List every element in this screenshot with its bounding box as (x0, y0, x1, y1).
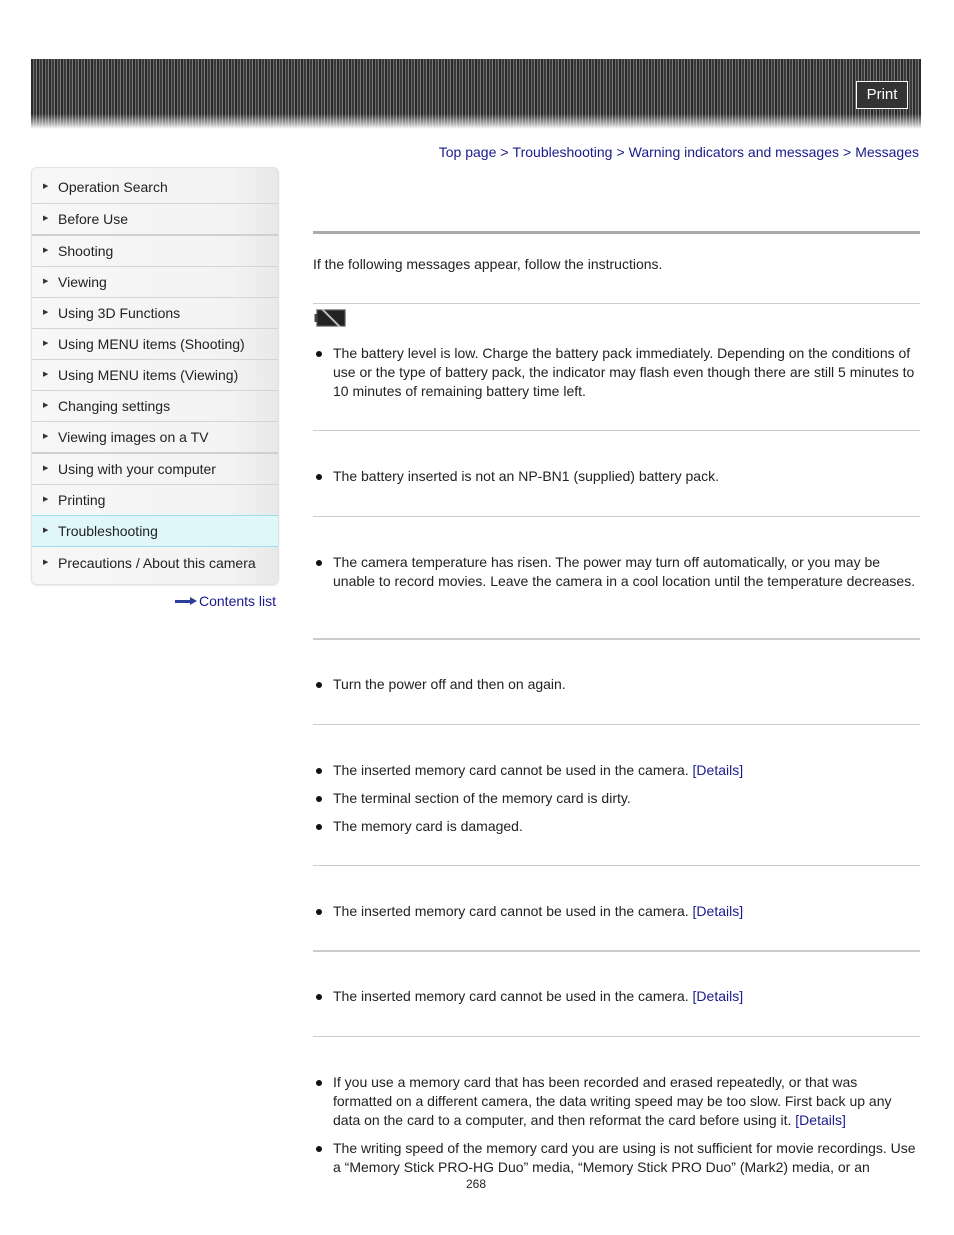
list-item: The battery level is low. Charge the bat… (313, 344, 920, 401)
arrow-right-icon: ▶ (43, 496, 49, 503)
sidebar-item-menu-shooting[interactable]: ▶ Using MENU items (Shooting) (32, 329, 278, 360)
sidebar-item-label: Using 3D Functions (58, 305, 181, 321)
breadcrumb-top-page[interactable]: Top page (439, 144, 497, 160)
details-link[interactable]: [Details] (795, 1112, 846, 1128)
sidebar-item-label: Shooting (58, 243, 114, 259)
arrow-right-icon: ▶ (43, 247, 49, 254)
breadcrumb-separator: > (500, 144, 509, 160)
section-8-list: If you use a memory card that has been r… (313, 1073, 920, 1186)
breadcrumb-separator: > (616, 144, 625, 160)
sidebar-item-label: Operation Search (58, 179, 168, 195)
sidebar-item-label: Using MENU items (Viewing) (58, 367, 239, 383)
arrow-right-icon: ▶ (43, 402, 49, 409)
details-link[interactable]: [Details] (693, 762, 744, 778)
sidebar-item-label: Using with your computer (58, 461, 216, 477)
sidebar-item-label: Viewing (58, 274, 107, 290)
breadcrumb-messages[interactable]: Messages (855, 144, 919, 160)
sidebar-item-menu-viewing[interactable]: ▶ Using MENU items (Viewing) (32, 360, 278, 391)
section-divider (313, 865, 920, 866)
list-item: The battery inserted is not an NP-BN1 (s… (313, 467, 920, 486)
sidebar-item-label: Using MENU items (Shooting) (58, 336, 245, 352)
breadcrumb-warning-indicators[interactable]: Warning indicators and messages (629, 144, 839, 160)
contents-list-label: Contents list (199, 593, 277, 609)
sidebar-item-label: Viewing images on a TV (58, 429, 209, 445)
section-6-list: The inserted memory card cannot be used … (313, 902, 920, 930)
section-divider (313, 724, 920, 725)
section-divider (313, 303, 920, 304)
print-button[interactable]: Print (856, 81, 908, 109)
list-item: The memory card is damaged. (313, 817, 920, 836)
list-item: Turn the power off and then on again. (313, 675, 920, 694)
list-item: If you use a memory card that has been r… (313, 1073, 920, 1130)
sidebar-item-using-3d-functions[interactable]: ▶ Using 3D Functions (32, 298, 278, 329)
breadcrumb-separator: > (843, 144, 852, 160)
page-number: 268 (466, 1177, 487, 1191)
sidebar-item-using-with-computer[interactable]: ▶ Using with your computer (32, 454, 278, 485)
sidebar-item-changing-settings[interactable]: ▶ Changing settings (32, 391, 278, 422)
sidebar-item-printing[interactable]: ▶ Printing (32, 485, 278, 516)
section-3-list: The camera temperature has risen. The po… (313, 553, 920, 600)
section-5-list: The inserted memory card cannot be used … (313, 761, 920, 845)
section-4-list: Turn the power off and then on again. (313, 675, 920, 703)
list-item: The writing speed of the memory card you… (313, 1139, 920, 1177)
breadcrumb: Top page > Troubleshooting > Warning indicat… (439, 144, 919, 160)
section-1-list: The battery level is low. Charge the bat… (313, 344, 920, 410)
sidebar-item-viewing-on-tv[interactable]: ▶ Viewing images on a TV (32, 422, 278, 454)
arrow-right-icon: ▶ (43, 465, 49, 472)
sidebar-item-before-use[interactable]: ▶ Before Use (32, 204, 278, 236)
sidebar-nav: ▶ Operation Search ▶ Before Use ▶ Shooting … (31, 167, 279, 585)
section-7-list: The inserted memory card cannot be used … (313, 987, 920, 1015)
list-item: The inserted memory card cannot be used … (313, 902, 920, 921)
arrow-right-icon (175, 597, 197, 606)
details-link[interactable]: [Details] (693, 903, 744, 919)
section-divider (313, 516, 920, 517)
title-divider (313, 231, 920, 234)
sidebar-item-label: Before Use (58, 211, 129, 227)
arrow-right-icon: ▶ (43, 183, 49, 190)
sidebar-item-precautions[interactable]: ▶ Precautions / About this camera (32, 547, 278, 584)
sidebar-item-viewing[interactable]: ▶ Viewing (32, 267, 278, 298)
list-item: The camera temperature has risen. The po… (313, 553, 920, 591)
arrow-right-icon: ▶ (43, 371, 49, 378)
list-item: The terminal section of the memory card … (313, 789, 920, 808)
sidebar-item-operation-search[interactable]: ▶ Operation Search (32, 168, 278, 204)
section-divider (313, 430, 920, 431)
arrow-right-icon: ▶ (43, 215, 49, 222)
sidebar-item-troubleshooting[interactable]: ▶ Troubleshooting (32, 515, 278, 547)
battery-low-icon (314, 309, 346, 327)
arrow-right-icon: ▶ (43, 433, 49, 440)
sidebar-item-label: Troubleshooting (58, 523, 158, 539)
sidebar-item-label: Precautions / About this camera (58, 555, 256, 571)
arrow-right-icon: ▶ (43, 309, 49, 316)
sidebar-item-label: Printing (58, 492, 106, 508)
sidebar-item-label: Changing settings (58, 398, 171, 414)
section-2-list: The battery inserted is not an NP-BN1 (s… (313, 467, 920, 495)
section-divider (313, 638, 920, 640)
sidebar-item-shooting[interactable]: ▶ Shooting (32, 236, 278, 267)
header-banner (31, 59, 921, 129)
section-divider (313, 950, 920, 952)
intro-text: If the following messages appear, follow… (313, 256, 663, 272)
contents-list-link[interactable]: Contents list (175, 593, 276, 609)
list-item: The inserted memory card cannot be used … (313, 987, 920, 1006)
arrow-right-icon: ▶ (43, 559, 49, 566)
list-item: The inserted memory card cannot be used … (313, 761, 920, 780)
arrow-right-icon: ▶ (43, 278, 49, 285)
arrow-right-icon: ▶ (43, 340, 49, 347)
arrow-right-icon: ▶ (43, 527, 49, 534)
breadcrumb-troubleshooting[interactable]: Troubleshooting (513, 144, 613, 160)
section-divider (313, 1036, 920, 1037)
details-link[interactable]: [Details] (693, 988, 744, 1004)
